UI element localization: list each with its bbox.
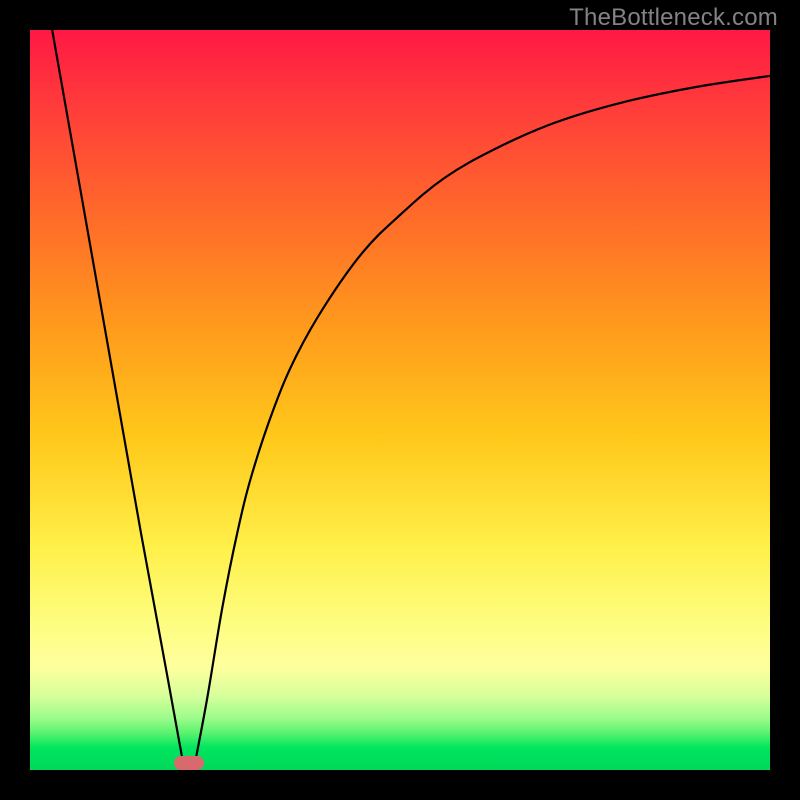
- plot-area: [30, 30, 770, 770]
- right-branch-path: [197, 76, 771, 755]
- minimum-marker: [174, 756, 204, 770]
- left-branch-path: [52, 30, 182, 755]
- curve-svg: [30, 30, 770, 770]
- watermark-text: TheBottleneck.com: [569, 4, 778, 32]
- chart-frame: TheBottleneck.com: [0, 0, 800, 800]
